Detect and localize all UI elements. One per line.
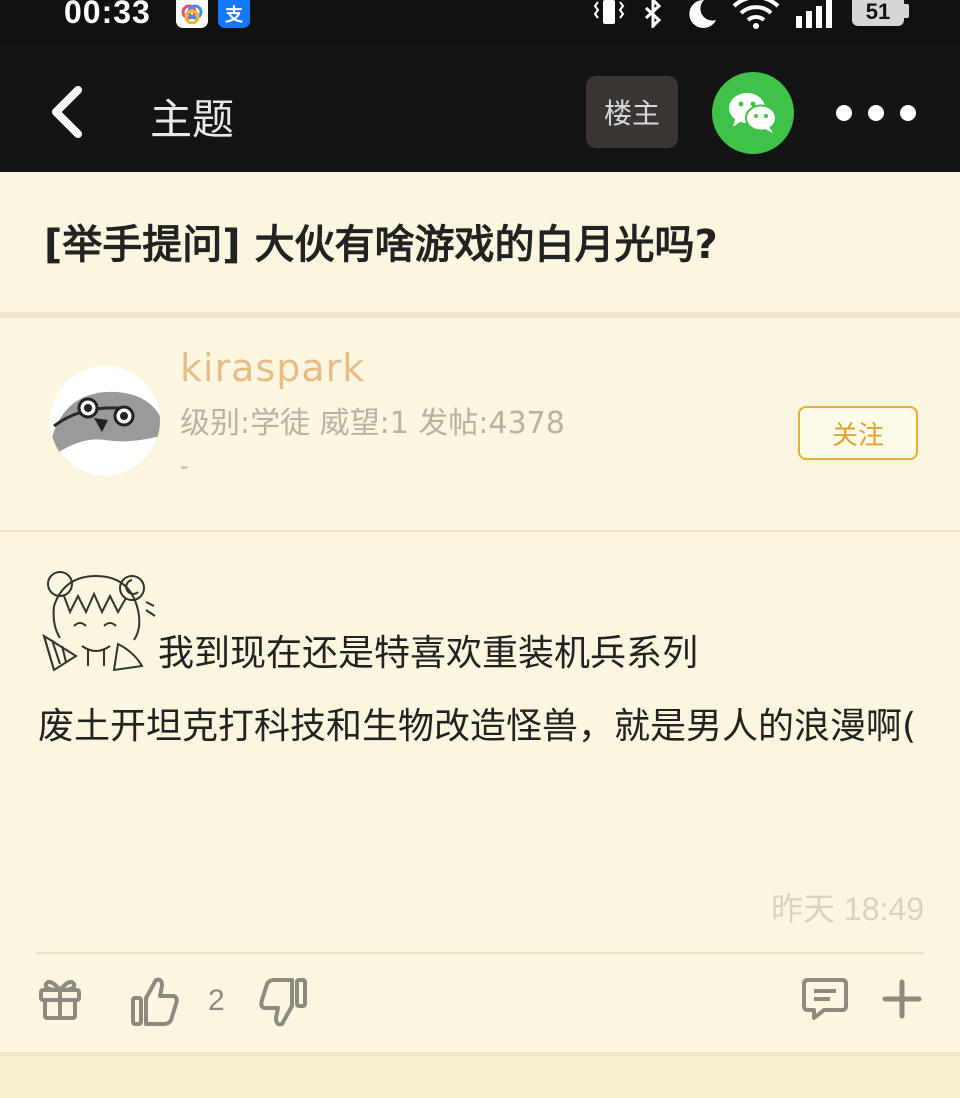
post-timestamp: 昨天 18:49: [771, 891, 924, 927]
divider: [0, 530, 960, 532]
signal-5g-icon: [796, 0, 832, 28]
comment-icon[interactable]: [802, 976, 848, 1020]
avatar[interactable]: [50, 366, 160, 476]
nav-bar: 主题 楼主: [0, 44, 960, 172]
chevron-left-icon: [52, 86, 82, 138]
page-title: 主题: [150, 95, 235, 144]
plus-icon[interactable]: [882, 976, 922, 1020]
wechat-icon: [729, 93, 777, 133]
wechat-share-button[interactable]: [712, 72, 794, 154]
author-meta: 级别:学徒 威望:1 发帖:4378: [180, 406, 565, 441]
status-time: 00:33: [64, 0, 151, 30]
alipay-icon: 支: [218, 0, 250, 28]
bluetooth-icon: [644, 0, 662, 28]
next-post-preview: [0, 1052, 960, 1098]
battery-tip: [904, 4, 909, 18]
author-signature: -: [180, 452, 189, 480]
status-bar: 00:33 支 51: [0, 0, 960, 44]
wifi-icon: [732, 0, 780, 29]
gift-icon[interactable]: [38, 976, 82, 1022]
moon-icon: [689, 0, 716, 28]
app-notification-icon: [176, 0, 208, 28]
sticker-girl-icon: [42, 571, 156, 672]
author-name[interactable]: kiraspark: [180, 346, 365, 390]
divider: [0, 312, 960, 318]
thumbs-up-icon[interactable]: [130, 976, 180, 1028]
more-dot: [900, 105, 916, 121]
post-content: 废土开坦克打科技和生物改造怪兽，就是男人的浪漫啊(: [38, 706, 917, 747]
bird-avatar-icon: [50, 366, 160, 476]
follow-button[interactable]: 关注: [798, 406, 918, 460]
post-content-line: 我到现在还是特喜欢重装机兵系列: [158, 633, 699, 674]
more-dot: [836, 105, 852, 121]
back-button[interactable]: [44, 84, 90, 140]
only-op-button[interactable]: 楼主: [586, 76, 678, 148]
more-dot: [868, 105, 884, 121]
like-count: 2: [208, 984, 225, 1017]
vibrate-icon: [593, 0, 625, 24]
thumbs-down-icon[interactable]: [258, 976, 308, 1028]
more-button[interactable]: [836, 100, 916, 126]
divider: [36, 952, 924, 954]
topic-title: [举手提问] 大伙有啥游戏的白月光吗?: [44, 222, 718, 268]
battery-indicator: 51: [852, 0, 904, 26]
